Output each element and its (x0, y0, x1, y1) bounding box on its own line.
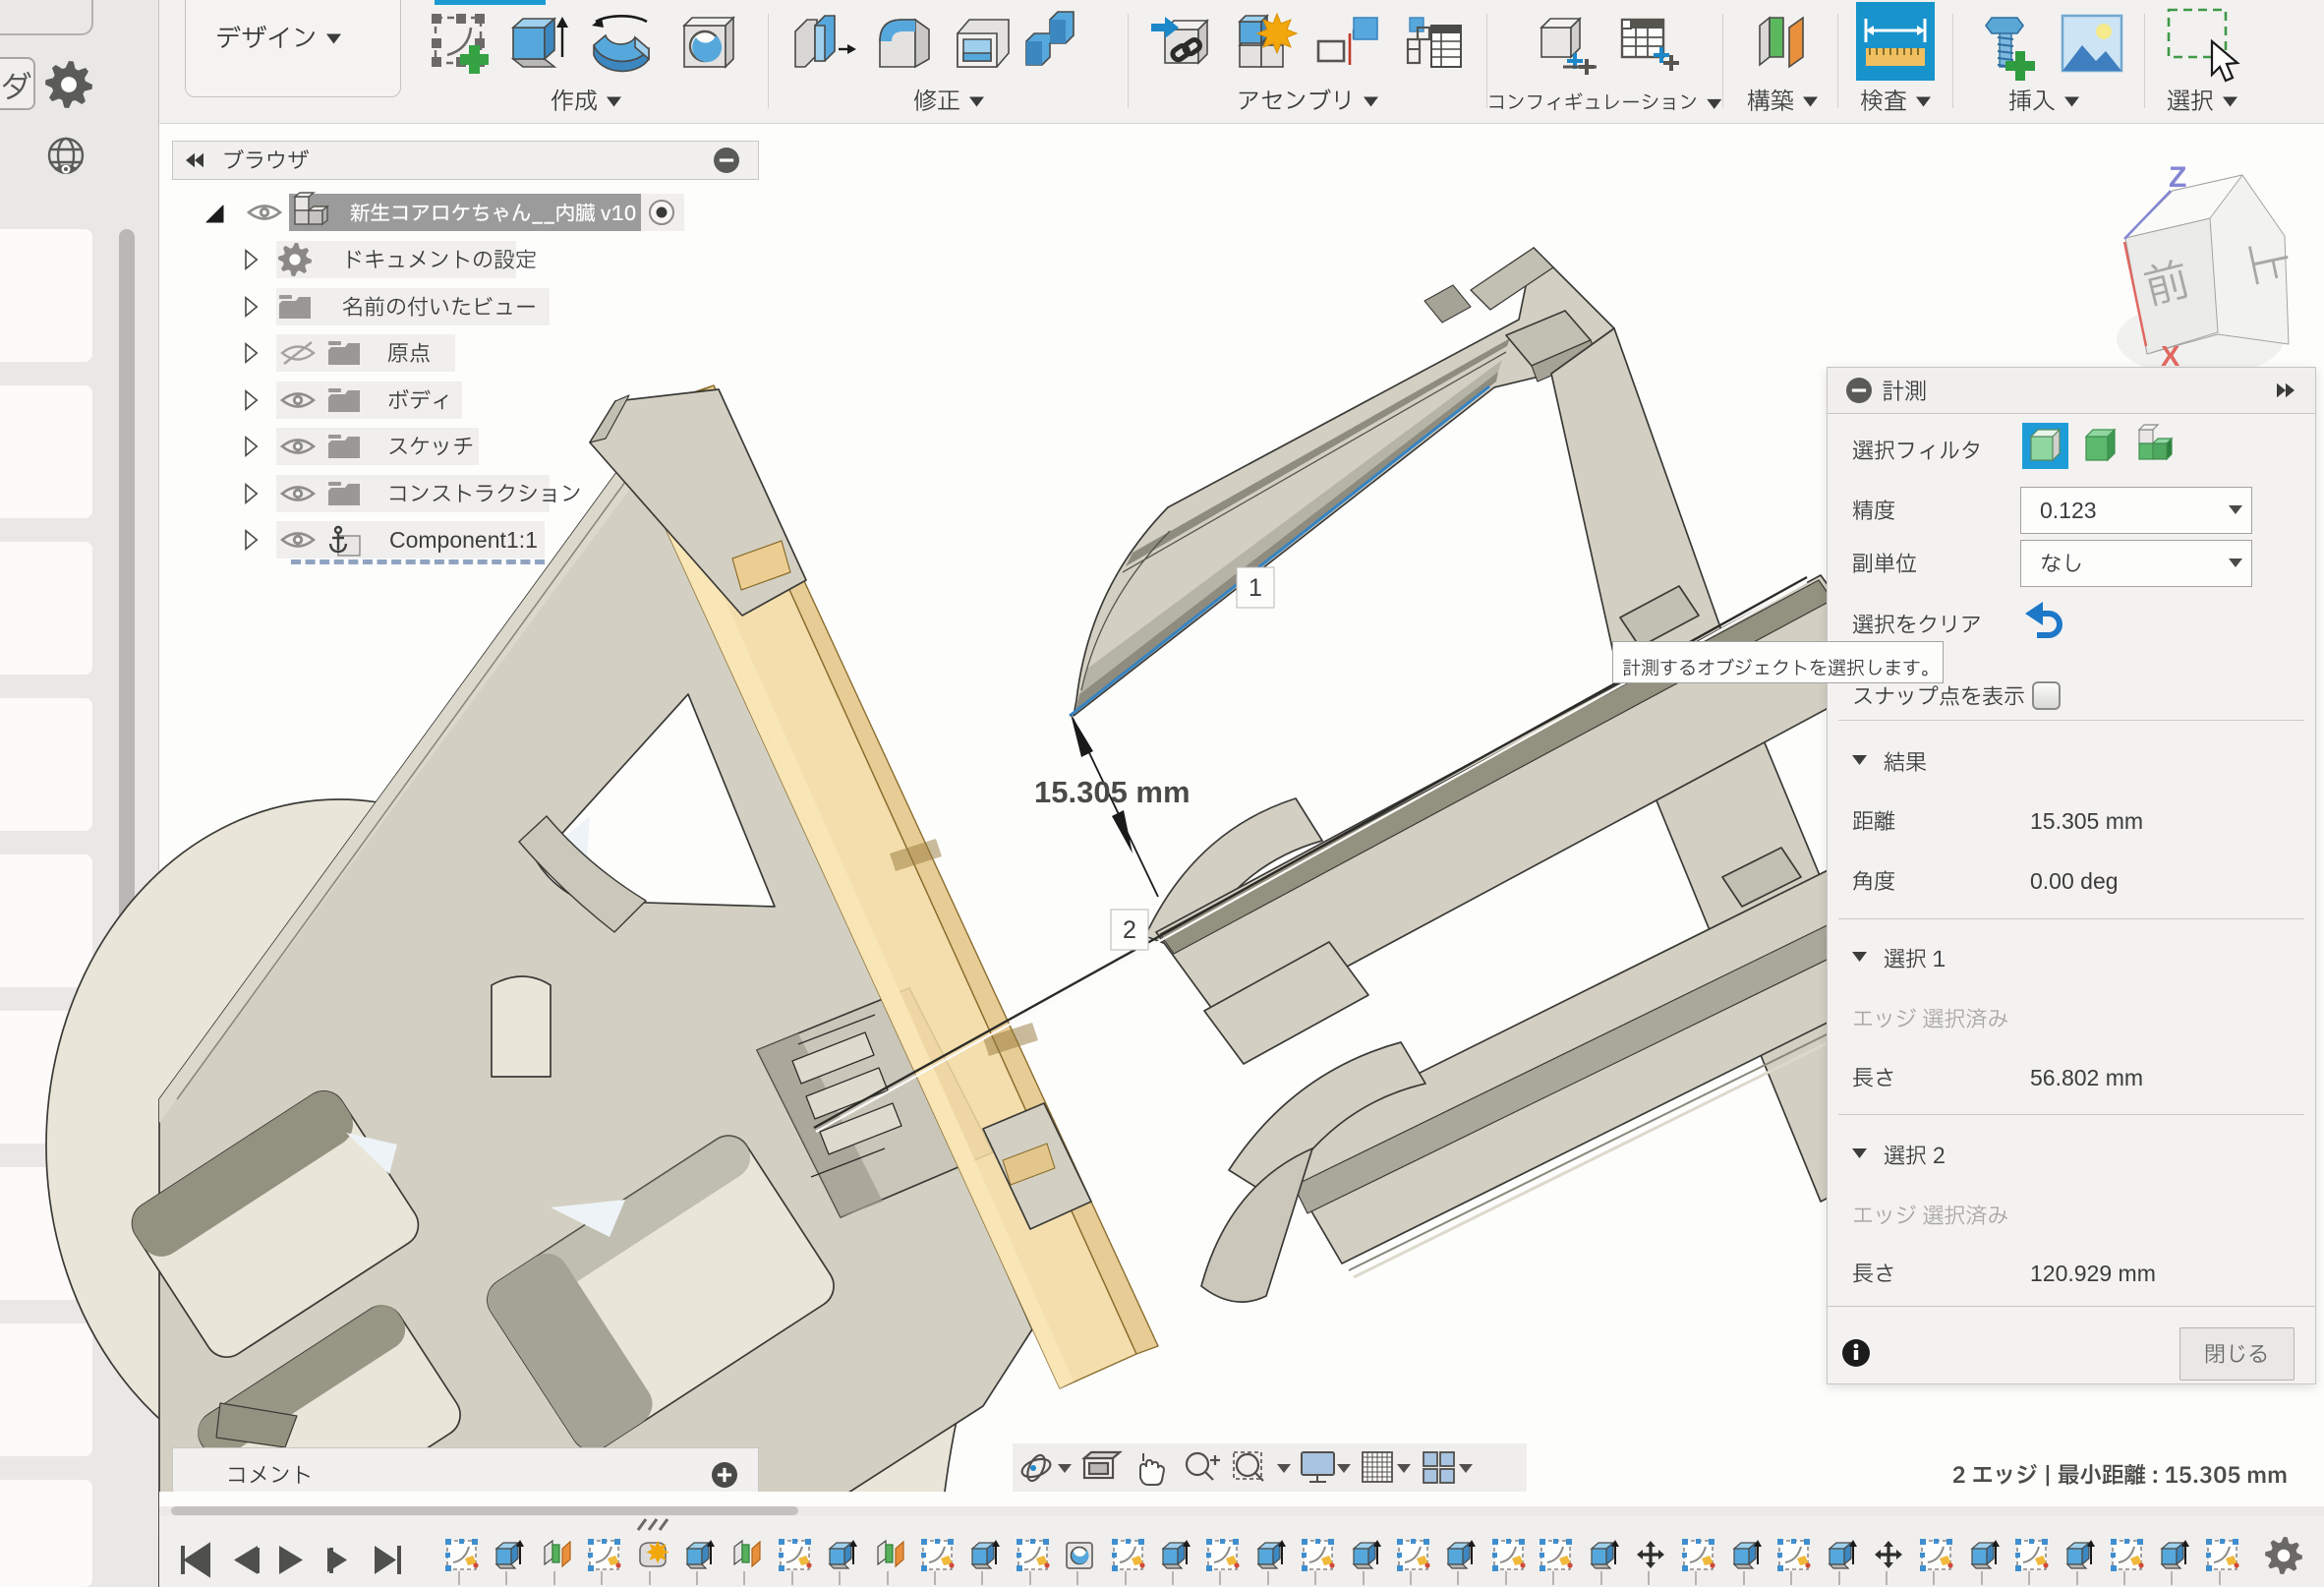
svg-text:Component1:1: Component1:1 (389, 527, 538, 553)
svg-text:15.305 mm: 15.305 mm (2030, 808, 2143, 834)
svg-text:0.123: 0.123 (2040, 498, 2097, 523)
svg-text:56.802 mm: 56.802 mm (2030, 1065, 2143, 1090)
svg-text:120.929 mm: 120.929 mm (2030, 1261, 2156, 1286)
svg-text:Z: Z (2169, 161, 2186, 194)
svg-text:0.00 deg: 0.00 deg (2030, 868, 2119, 894)
svg-text:X: X (2161, 341, 2180, 373)
